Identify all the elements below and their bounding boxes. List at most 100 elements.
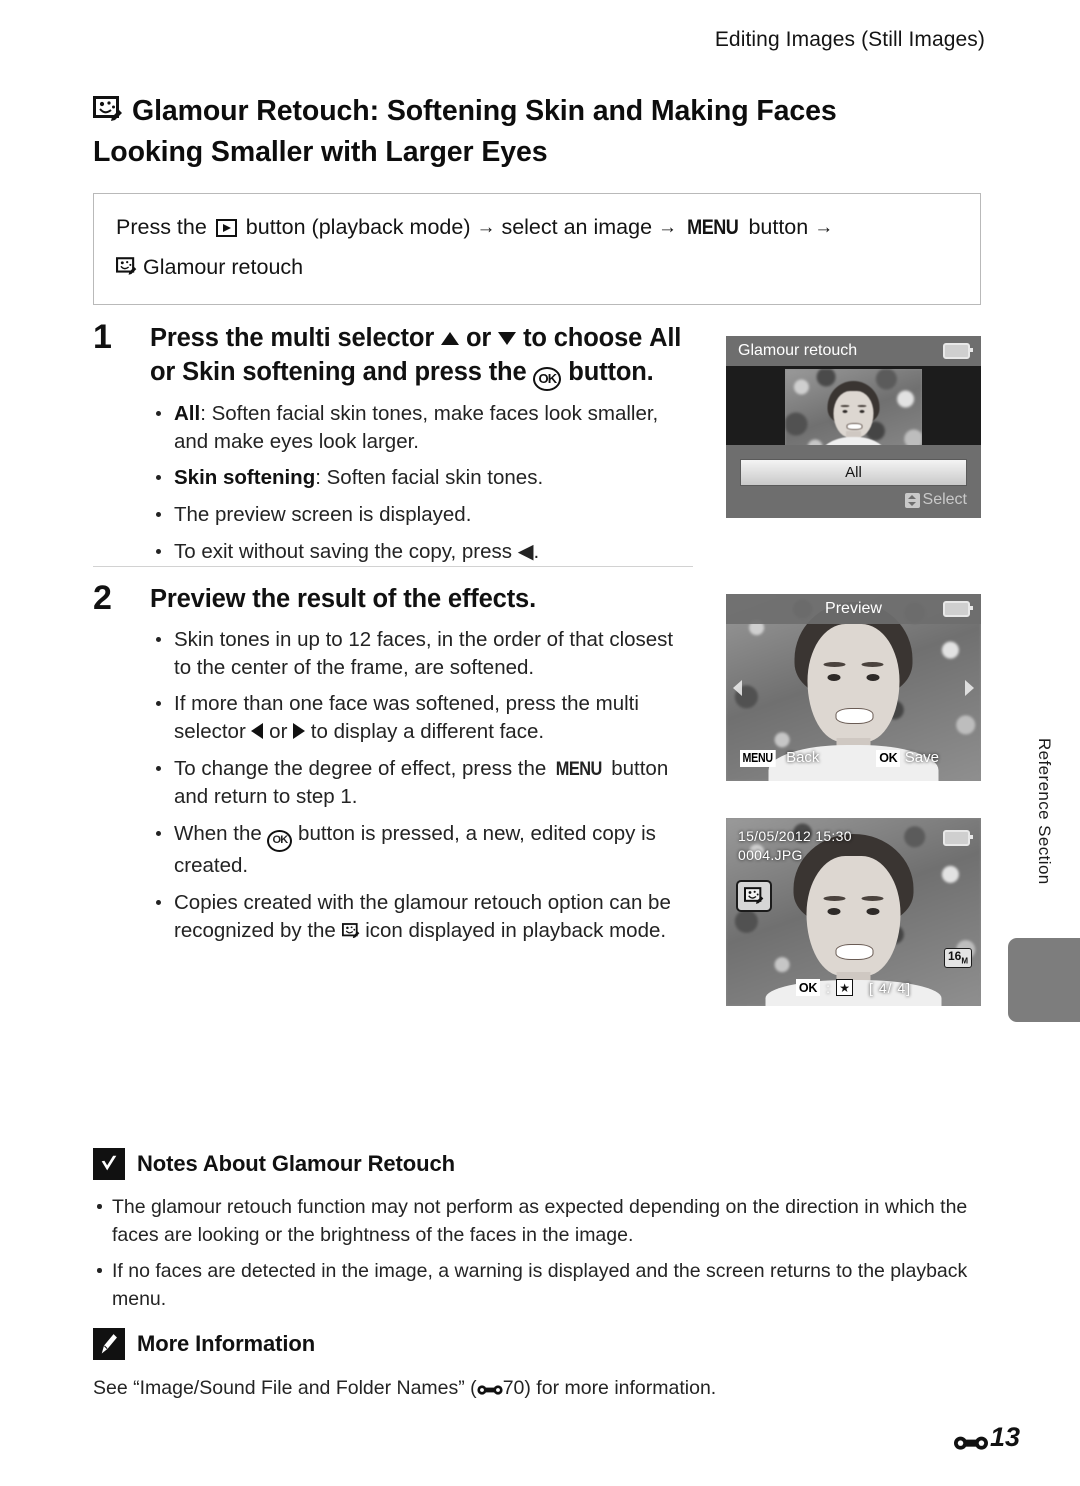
- bullet-lead: All: [174, 401, 201, 425]
- list-item: To change the degree of effect, press th…: [150, 755, 693, 811]
- step-2: 2 Preview the result of the effects. Ski…: [93, 579, 693, 954]
- step-1-heading-part-e: and press the: [362, 357, 527, 386]
- up-arrow-icon: [441, 332, 460, 345]
- step-2-bullet-list: Skin tones in up to 12 faces, in the ord…: [150, 626, 693, 945]
- step-1-heading-part-d: or: [150, 357, 176, 386]
- image-size-unit: M: [961, 956, 968, 966]
- reference-section-icon: [477, 1377, 503, 1395]
- more-info-ref-page: 70: [502, 1377, 525, 1399]
- navigation-path-line-1: Press the button (playback mode) → selec…: [116, 211, 958, 245]
- bullet-text: The preview screen is displayed.: [174, 503, 472, 527]
- more-information-body: See “Image/Sound File and Folder Names” …: [93, 1374, 983, 1402]
- left-arrow-icon: [251, 723, 264, 740]
- notes-title: Notes About Glamour Retouch: [137, 1151, 455, 1176]
- bullet-text: Skin tones in up to 12 faces, in the ord…: [174, 627, 674, 679]
- step-2-number: 2: [93, 579, 112, 617]
- path-segment-4: button: [748, 215, 809, 239]
- ok-chip: OK: [795, 979, 821, 996]
- page-title: Glamour Retouch: Softening Skin and Maki…: [93, 92, 943, 173]
- notes-heading: Notes About Glamour Retouch: [93, 1148, 983, 1180]
- reference-section-icon: [953, 1428, 988, 1450]
- path-arrow-2: →: [658, 217, 678, 238]
- bullet-text: : Soften facial skin tones.: [315, 466, 544, 490]
- more-information-title: More Information: [137, 1331, 316, 1356]
- list-item: If more than one face was softened, pres…: [150, 690, 693, 746]
- more-information-section: More Information See “Image/Sound File a…: [93, 1328, 983, 1402]
- step-1-heading-part-a: Press the multi selector: [150, 324, 435, 352]
- caution-check-icon: [93, 1148, 125, 1180]
- star-icon: ★: [836, 979, 854, 996]
- glamour-retouch-icon: [341, 922, 360, 940]
- navigation-path-box: Press the button (playback mode) → selec…: [93, 193, 981, 305]
- step-divider: [93, 566, 693, 567]
- ok-button-icon: OK: [267, 829, 293, 852]
- camera-screen-glamour-menu: Glamour retouch All Select: [726, 336, 981, 518]
- glamour-retouch-badge-icon: [736, 880, 772, 912]
- step-1-heading-part-b: or: [465, 324, 492, 352]
- menu-back-hint[interactable]: MENU Back: [740, 749, 819, 767]
- step-1-heading-part-f: button.: [568, 357, 654, 386]
- list-item: To exit without saving the copy, press ◀…: [150, 538, 693, 566]
- ok-save-hint[interactable]: OK Save: [876, 749, 939, 767]
- right-arrow-icon: [293, 723, 306, 740]
- page-title-line-2: Looking Smaller with Larger Eyes: [93, 136, 548, 169]
- up-down-select-icon: [904, 492, 920, 508]
- side-tab-label: Reference Section: [1035, 738, 1054, 885]
- running-header: Editing Images (Still Images): [714, 28, 985, 51]
- glamour-retouch-icon: [93, 96, 123, 124]
- select-hint-label: Select: [922, 491, 967, 508]
- image-size-badge: 16M: [943, 948, 972, 968]
- page-title-line-1: Glamour Retouch: Softening Skin and Maki…: [132, 95, 837, 127]
- list-item: The glamour retouch function may not per…: [93, 1194, 983, 1249]
- left-arrow-icon[interactable]: [733, 679, 742, 696]
- bullet-lead: Skin softening: [174, 466, 316, 490]
- step-1-option-all: All: [649, 324, 682, 352]
- glamour-retouch-icon: [116, 256, 137, 277]
- right-arrow-icon[interactable]: [965, 679, 974, 696]
- list-item: All: Soften facial skin tones, make face…: [150, 400, 693, 456]
- capture-datetime: 15/05/2012 15:30: [738, 828, 852, 844]
- step-1-heading-part-c: to choose: [523, 324, 643, 352]
- side-tab-marker: [1008, 938, 1080, 1022]
- page-number-value: 13: [989, 1422, 1020, 1452]
- step-2-heading: Preview the result of the effects.: [150, 585, 537, 613]
- ok-button-icon: OK: [533, 366, 562, 391]
- list-item: If no faces are detected in the image, a…: [93, 1258, 983, 1313]
- screen-title-label: Preview: [825, 600, 882, 617]
- step-1: 1 Press the multi selector or to choose …: [93, 318, 693, 575]
- filename: 0004.JPG: [738, 847, 803, 863]
- step-1-option-skin-softening: Skin softening: [182, 357, 356, 386]
- camera-screen-preview: Preview MENU Back OK Save: [726, 594, 981, 781]
- menu-button-label: MENU: [555, 759, 603, 781]
- step-1-bullet-list: All: Soften facial skin tones, make face…: [150, 400, 693, 566]
- list-item: The preview screen is displayed.: [150, 501, 693, 529]
- page-number: 13: [953, 1422, 1020, 1453]
- menu-chip: MENU: [740, 749, 776, 767]
- bullet-text: To exit without saving the copy, press ◀…: [174, 540, 540, 564]
- battery-icon: [943, 830, 973, 846]
- path-arrow-1: →: [476, 217, 496, 238]
- playback-status-bar: OK : ★ [ 4/ 4]: [726, 979, 981, 996]
- selected-option-label: All: [845, 464, 862, 481]
- more-information-text: See “Image/Sound File and Folder Names” …: [93, 1374, 983, 1402]
- path-segment-2: button (playback mode): [245, 215, 471, 239]
- bullet-text: : Soften facial skin tones, make faces l…: [174, 401, 659, 453]
- camera-screen-playback: 15/05/2012 15:30 0004.JPG 16M OK : ★ [4…: [726, 818, 981, 1006]
- pencil-icon: [93, 1328, 125, 1360]
- ok-separator: :: [826, 979, 831, 996]
- note-text: The glamour retouch function may not per…: [112, 1196, 968, 1246]
- select-hint: Select: [904, 491, 967, 509]
- playback-photo: 15/05/2012 15:30 0004.JPG 16M OK : ★ [4…: [726, 818, 981, 1006]
- option-selection-bar[interactable]: All: [740, 459, 967, 486]
- more-info-text-before: See “Image/Sound File and Folder Names” …: [93, 1377, 477, 1399]
- ok-chip: OK: [876, 749, 901, 767]
- down-arrow-icon: [498, 332, 517, 345]
- more-info-text-after: ) for more information.: [524, 1377, 717, 1399]
- ok-save-label: Save: [904, 749, 939, 766]
- path-segment-1: Press the: [116, 215, 207, 239]
- step-1-number: 1: [93, 318, 112, 356]
- path-arrow-3: →: [814, 217, 834, 238]
- screen-title-bar: Glamour retouch: [726, 336, 981, 366]
- frame-counter: [ 4/ 4]: [869, 979, 912, 996]
- navigation-path-line-2: Glamour retouch: [116, 251, 958, 284]
